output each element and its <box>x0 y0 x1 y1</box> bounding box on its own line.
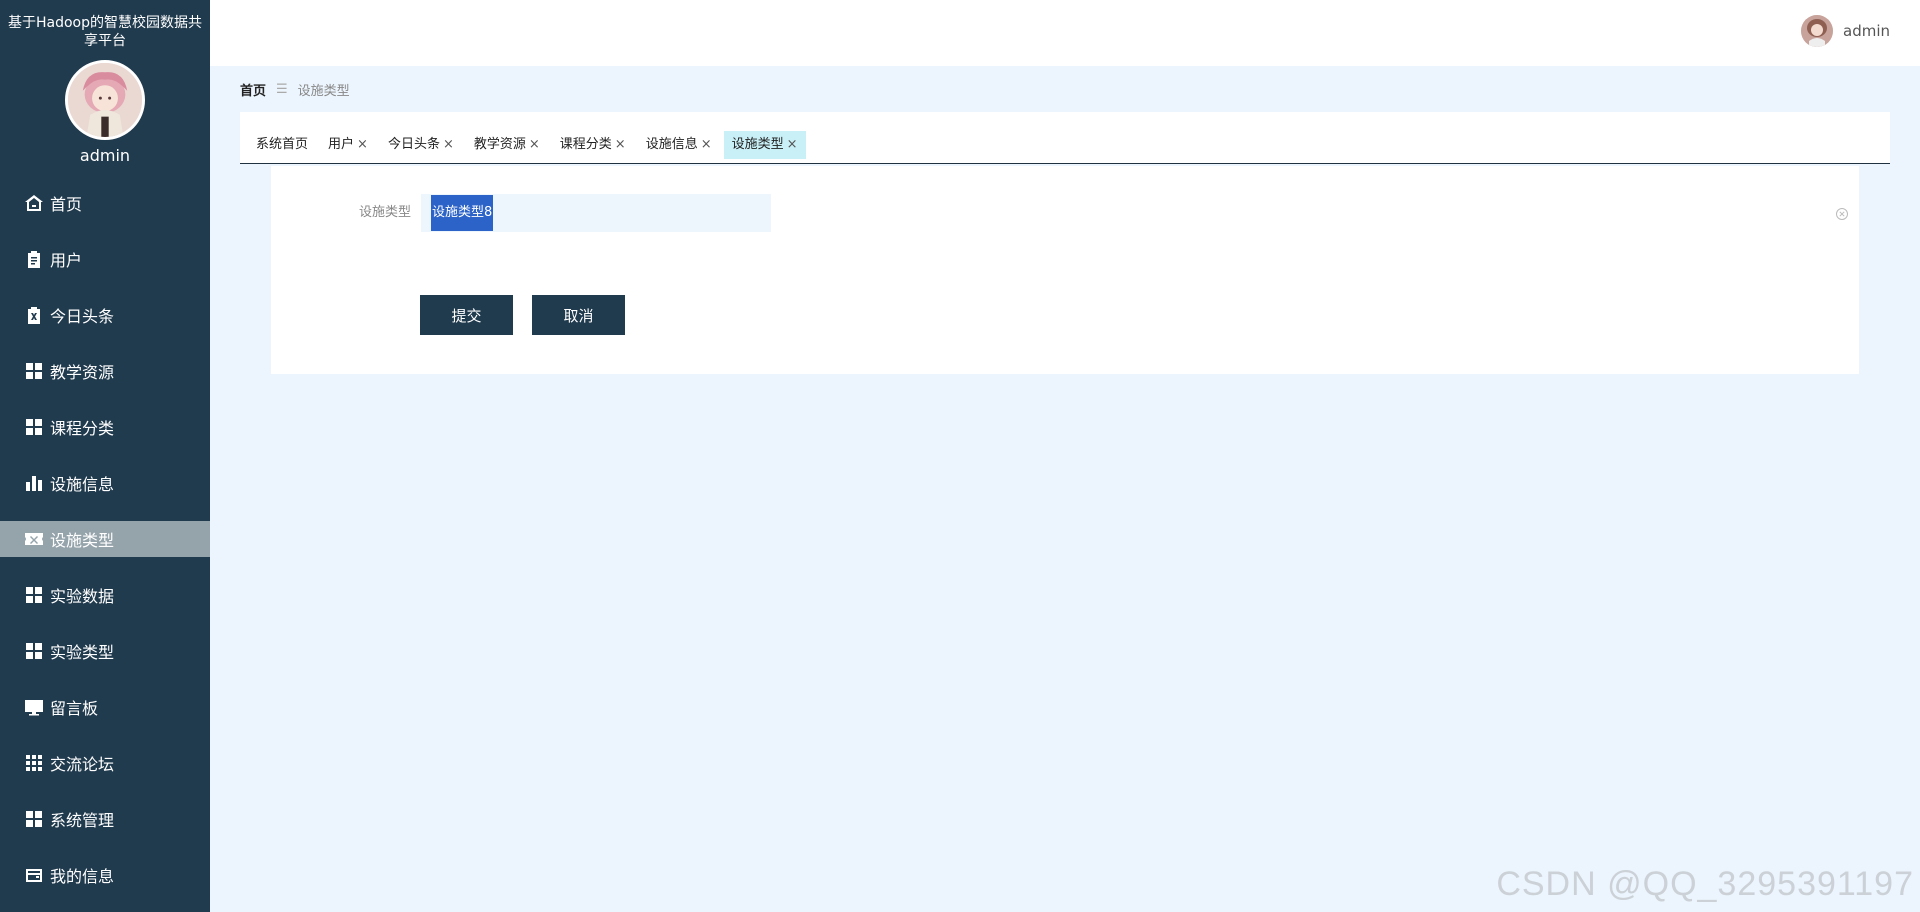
tab-course-category[interactable]: 课程分类 × <box>552 131 634 159</box>
tab-facility-type[interactable]: 设施类型 × <box>723 131 806 159</box>
sidebar-item-forum[interactable]: 交流论坛 <box>0 745 210 781</box>
breadcrumb-current: 设施类型 <box>297 84 350 99</box>
sidebar-item-experiment-data[interactable]: 实验数据 <box>0 577 210 613</box>
close-icon[interactable]: × <box>443 131 454 159</box>
tab-label: 设施信息 <box>645 137 698 152</box>
sidebar-item-users[interactable]: 用户 <box>0 241 210 277</box>
close-icon[interactable]: × <box>787 131 798 159</box>
sidebar-item-system-management[interactable]: 系统管理 <box>0 801 210 837</box>
sidebar-item-experiment-type[interactable]: 实验类型 <box>0 633 210 669</box>
facility-type-value[interactable]: 设施类型8 <box>431 195 494 231</box>
tab-label: 教学资源 <box>473 137 526 152</box>
wallet-icon <box>24 865 44 885</box>
grid-icon <box>24 417 44 437</box>
ticket-icon <box>24 529 44 549</box>
clipboard-icon <box>24 249 44 269</box>
sidebar-item-label: 交流论坛 <box>50 755 115 774</box>
tabs-bar: 系统首页 用户 × 今日头条 × 教学资源 × 课程分类 × 设施信息 × 设施… <box>240 112 1890 164</box>
sidebar-item-my-info[interactable]: 我的信息 <box>0 857 210 893</box>
avatar-image <box>68 63 142 137</box>
avatar[interactable] <box>1801 15 1833 47</box>
submit-button[interactable]: 提交 <box>420 295 513 335</box>
grid-9-icon <box>24 753 44 773</box>
breadcrumb-home[interactable]: 首页 <box>240 80 266 99</box>
facility-type-form: 设施类型 设施类型8 提交 取消 <box>271 166 1859 374</box>
sidebar-item-facility-type[interactable]: 设施类型 <box>0 521 210 557</box>
sidebar-item-label: 首页 <box>50 195 83 214</box>
tab-label: 用户 <box>328 137 355 152</box>
clear-icon[interactable] <box>1835 206 1849 220</box>
sidebar-item-label: 留言板 <box>50 699 99 718</box>
sidebar-item-label: 实验类型 <box>50 643 115 662</box>
grid-icon <box>24 585 44 605</box>
sidebar: 基于Hadoop的智慧校园数据共享平台 admin 首页 用户 今日头条 教学资… <box>0 0 210 912</box>
breadcrumb: 首页 ☰ 设施类型 <box>240 80 350 99</box>
tab-label: 课程分类 <box>559 137 612 152</box>
watermark: CSDN @QQ_3295391197 <box>1496 865 1914 903</box>
tab-users[interactable]: 用户 × <box>320 131 376 159</box>
facility-type-label: 设施类型 <box>358 205 411 220</box>
sidebar-item-teaching-resources[interactable]: 教学资源 <box>0 353 210 389</box>
sidebar-item-label: 课程分类 <box>50 419 115 438</box>
sidebar-item-label: 设施信息 <box>50 475 115 494</box>
top-bar: admin <box>210 0 1920 66</box>
sidebar-item-label: 今日头条 <box>50 307 115 326</box>
sidebar-item-news[interactable]: 今日头条 <box>0 297 210 333</box>
tab-label: 设施类型 <box>731 137 784 152</box>
close-icon[interactable]: × <box>615 131 626 159</box>
sidebar-item-home[interactable]: 首页 <box>0 185 210 221</box>
sidebar-item-label: 实验数据 <box>50 587 115 606</box>
app-title: 基于Hadoop的智慧校园数据共享平台 <box>7 15 202 49</box>
grid-icon <box>24 641 44 661</box>
cancel-button[interactable]: 取消 <box>532 295 625 335</box>
home-icon <box>24 193 44 213</box>
monitor-icon <box>24 697 44 717</box>
sidebar-item-facility-info[interactable]: 设施信息 <box>0 465 210 501</box>
tab-news[interactable]: 今日头条 × <box>380 131 462 159</box>
bar-chart-icon <box>24 473 44 493</box>
sidebar-item-message-board[interactable]: 留言板 <box>0 689 210 725</box>
grid-icon <box>24 809 44 829</box>
grid-icon <box>24 361 44 381</box>
close-icon[interactable]: × <box>701 131 712 159</box>
tab-label: 系统首页 <box>256 137 309 152</box>
sidebar-username: admin <box>79 146 131 165</box>
close-icon[interactable]: × <box>529 131 540 159</box>
breadcrumb-separator-icon: ☰ <box>276 82 288 97</box>
form-row-facility-type: 设施类型 设施类型8 <box>271 194 1859 232</box>
close-icon[interactable]: × <box>357 131 368 159</box>
sidebar-item-label: 系统管理 <box>50 811 115 830</box>
sidebar-item-course-category[interactable]: 课程分类 <box>0 409 210 445</box>
sidebar-item-label: 教学资源 <box>50 363 115 382</box>
sidebar-item-label: 我的信息 <box>50 867 115 886</box>
user-menu[interactable]: admin <box>1801 15 1890 47</box>
header-username: admin <box>1843 22 1890 40</box>
tab-label: 今日头条 <box>387 137 440 152</box>
sidebar-item-label: 用户 <box>50 251 83 270</box>
facility-type-input[interactable]: 设施类型8 <box>421 194 771 232</box>
clipboard-x-icon <box>24 305 44 325</box>
sidebar-avatar[interactable] <box>65 60 145 140</box>
tab-teaching-resources[interactable]: 教学资源 × <box>466 131 548 159</box>
sidebar-item-label: 设施类型 <box>50 531 115 550</box>
sidebar-menu: 首页 用户 今日头条 教学资源 课程分类 设施信息 设施类型 实验数据 实验类型… <box>0 185 210 893</box>
tab-system-home[interactable]: 系统首页 <box>248 131 316 159</box>
tab-facility-info[interactable]: 设施信息 × <box>638 131 720 159</box>
